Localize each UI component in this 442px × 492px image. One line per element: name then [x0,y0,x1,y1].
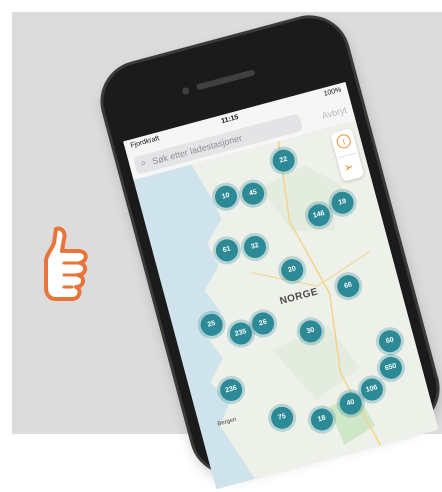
location-arrow-icon[interactable]: ➢ [342,159,355,175]
search-icon: ⌕ [139,157,148,170]
thumbs-up-icon [42,225,94,320]
status-battery: 100% [323,86,343,98]
status-time: 11:15 [220,113,240,126]
control-divider [338,152,357,159]
cancel-button[interactable]: Avbryt [321,105,348,121]
phone-speaker [195,69,256,91]
phone-camera [181,86,191,96]
info-icon[interactable]: i [335,132,353,150]
